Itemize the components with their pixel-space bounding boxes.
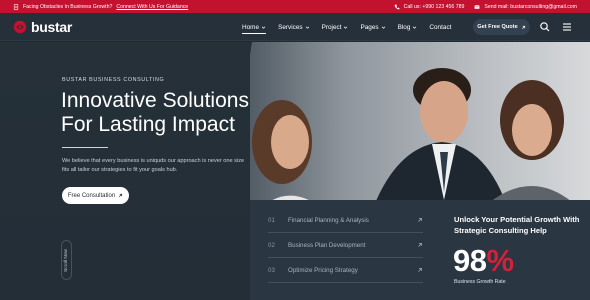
service-name: Business Plan Development xyxy=(288,241,366,249)
hero-eyebrow: BUSTAR BUSINESS CONSULTING xyxy=(62,77,165,83)
arrow-up-right-icon xyxy=(418,218,422,222)
nav-label: Services xyxy=(278,23,303,31)
growth-stat: 98% xyxy=(453,244,514,278)
nav-label: Blog xyxy=(397,23,411,31)
menu-icon[interactable] xyxy=(561,21,573,33)
free-consultation-button[interactable]: Free Consultation xyxy=(62,187,129,204)
notice-text: Facing Obstacles In Business Growth? xyxy=(23,3,113,10)
hero-divider xyxy=(62,147,108,148)
nav-label: Contact xyxy=(429,23,452,31)
chevron-down-icon xyxy=(305,26,309,29)
mail-icon xyxy=(474,4,480,9)
phone-text: Call us: +990 123 456 789 xyxy=(403,3,465,10)
scroll-now-button[interactable]: Scroll Now xyxy=(61,240,72,280)
service-item[interactable]: 01 Financial Planning & Analysis xyxy=(268,208,423,233)
arrow-up-right-icon xyxy=(119,193,123,197)
nav-item-home[interactable]: Home xyxy=(242,13,267,41)
search-icon[interactable] xyxy=(539,21,551,33)
arrow-up-right-icon xyxy=(521,25,525,29)
nav-menu: Home Services Project Pages Blog Contact xyxy=(242,13,451,41)
consultation-button-label: Free Consultation xyxy=(67,192,116,199)
logo[interactable]: bustar xyxy=(13,19,72,35)
nav-label: Home xyxy=(242,23,260,31)
get-free-quote-button[interactable]: Get Free Quote xyxy=(473,19,530,35)
logo-mark-icon xyxy=(13,20,27,34)
nav-item-blog[interactable]: Blog xyxy=(398,13,418,41)
service-name: Optimize Pricing Strategy xyxy=(288,266,358,274)
arrow-up-right-icon xyxy=(418,243,422,247)
nav-label: Project xyxy=(321,23,342,31)
service-number: 03 xyxy=(268,266,275,274)
email-contact[interactable]: Send mail: bustarconsulting@gmail.com xyxy=(474,4,577,10)
hero-title-line1: Innovative Solutions xyxy=(61,89,249,112)
service-item[interactable]: 02 Business Plan Development xyxy=(268,233,423,258)
service-item[interactable]: 03 Optimize Pricing Strategy xyxy=(268,258,423,283)
growth-label: Business Growth Rate xyxy=(454,279,506,285)
scroll-label: Scroll Now xyxy=(64,248,69,272)
main-navbar: bustar Home Services Project Pages Blog … xyxy=(0,13,590,41)
guidance-link[interactable]: Connect With Us For Guidance xyxy=(116,4,188,10)
growth-title: Unlock Your Potential Growth With Strate… xyxy=(454,215,580,235)
hero-title-line2: For Lasting Impact xyxy=(61,113,235,136)
chevron-down-icon xyxy=(344,26,348,29)
chevron-down-icon xyxy=(261,26,266,29)
email-text: Send mail: bustarconsulting@gmail.com xyxy=(484,3,577,10)
top-bar-notice: Facing Obstacles In Business Growth? Con… xyxy=(13,4,188,10)
chevron-down-icon xyxy=(413,26,417,29)
nav-item-services[interactable]: Services xyxy=(278,13,310,41)
nav-item-project[interactable]: Project xyxy=(322,13,349,41)
top-bar: Facing Obstacles In Business Growth? Con… xyxy=(0,0,590,13)
service-number: 01 xyxy=(268,216,275,224)
phone-icon xyxy=(394,4,400,9)
chevron-down-icon xyxy=(381,26,385,29)
growth-unit: % xyxy=(486,243,514,278)
phone-contact[interactable]: Call us: +990 123 456 789 xyxy=(394,3,465,10)
hero-description: We believe that every business is uniqud… xyxy=(62,158,245,173)
brand-name: bustar xyxy=(31,19,72,35)
nav-label: Pages xyxy=(360,23,379,31)
growth-value: 98 xyxy=(453,243,487,278)
service-name: Financial Planning & Analysis xyxy=(288,216,369,224)
arrow-up-right-icon xyxy=(418,268,422,272)
nav-item-pages[interactable]: Pages xyxy=(360,13,385,41)
document-icon xyxy=(13,3,19,10)
nav-item-contact[interactable]: Contact xyxy=(429,13,451,41)
service-number: 02 xyxy=(268,241,275,249)
quote-button-label: Get Free Quote xyxy=(477,24,518,30)
